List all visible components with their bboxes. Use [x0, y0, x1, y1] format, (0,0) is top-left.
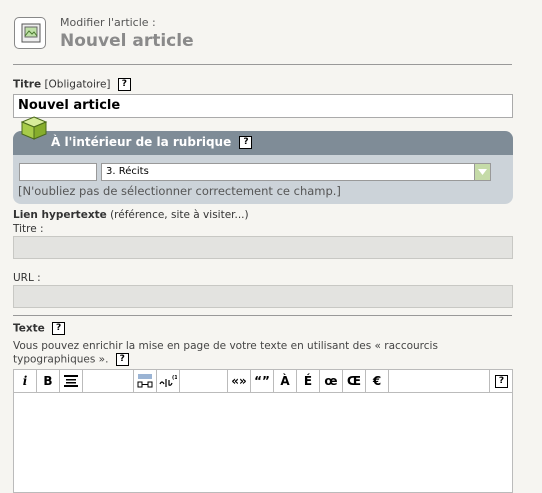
- footnote-button[interactable]: (1): [157, 370, 180, 392]
- chevrons-button[interactable]: «»: [228, 370, 251, 392]
- help-icon[interactable]: ?: [52, 322, 66, 335]
- lien-titre-label: Titre :: [13, 223, 44, 235]
- titre-label-row: Titre [Obligatoire] ?: [13, 78, 131, 91]
- chevron-down-icon[interactable]: [474, 164, 490, 180]
- rubrique-heading: À l'intérieur de la rubrique: [51, 135, 232, 149]
- rubrique-search-input[interactable]: [19, 163, 97, 181]
- italic-button[interactable]: i: [14, 370, 37, 392]
- titre-required-note: [Obligatoire]: [44, 78, 111, 91]
- e-acute-button[interactable]: É: [297, 370, 320, 392]
- align-icon: [64, 375, 78, 387]
- link-icon: [137, 374, 153, 388]
- rubrique-note: [N'oubliez pas de sélectionner correctem…: [18, 184, 341, 198]
- texte-help-line1: Vous pouvez enrichir la mise en page de …: [13, 340, 438, 352]
- lien-titre-input[interactable]: [13, 236, 513, 259]
- help-icon[interactable]: ?: [239, 136, 253, 149]
- euro-button[interactable]: €: [366, 370, 389, 392]
- bold-button[interactable]: B: [37, 370, 60, 392]
- texte-label: Texte: [13, 322, 45, 335]
- lien-label: Lien hypertexte: [13, 209, 107, 221]
- divider: [13, 64, 512, 65]
- lien-label-row: Lien hypertexte (référence, site à visit…: [13, 209, 249, 221]
- link-button[interactable]: [134, 370, 157, 392]
- editor-toolbar: i B (1) «» “” À É œ Œ € ?: [13, 369, 513, 393]
- intertitle-button[interactable]: [60, 370, 83, 392]
- rubrique-cube-icon: [20, 115, 48, 145]
- toolbar-spacer: [83, 370, 134, 392]
- oe-button[interactable]: œ: [320, 370, 343, 392]
- help-icon[interactable]: ?: [115, 353, 129, 366]
- rubrique-header: À l'intérieur de la rubrique ?: [13, 131, 513, 155]
- help-icon[interactable]: ?: [495, 375, 508, 388]
- svg-text:(1): (1): [172, 375, 177, 381]
- lien-url-label: URL :: [13, 272, 41, 284]
- texte-label-row: Texte ?: [13, 322, 66, 335]
- article-icon: [14, 17, 46, 49]
- lien-note: (référence, site à visiter...): [110, 209, 249, 221]
- titre-input[interactable]: Nouvel article: [13, 94, 513, 118]
- a-grave-button[interactable]: À: [274, 370, 297, 392]
- texte-help-line2-row: typographiques ». ?: [13, 353, 129, 366]
- footnote-icon: (1): [159, 375, 180, 387]
- page-subtitle: Modifier l'article :: [60, 16, 156, 29]
- texte-textarea[interactable]: [13, 393, 513, 493]
- toolbar-spacer: [180, 370, 228, 392]
- OE-button[interactable]: Œ: [343, 370, 366, 392]
- rubrique-selected-value: 3. Récits: [106, 166, 149, 177]
- rubrique-panel: À l'intérieur de la rubrique ? 3. Récits…: [13, 131, 513, 204]
- quotes-button[interactable]: “”: [251, 370, 274, 392]
- rubrique-select[interactable]: 3. Récits: [101, 163, 491, 181]
- rubrique-heading-row: À l'intérieur de la rubrique ?: [51, 135, 253, 149]
- help-icon[interactable]: ?: [117, 78, 131, 91]
- lien-url-input[interactable]: [13, 285, 513, 308]
- divider: [13, 315, 512, 316]
- page-title: Nouvel article: [60, 31, 194, 51]
- titre-label: Titre: [13, 78, 42, 91]
- toolbar-help[interactable]: ?: [489, 370, 513, 392]
- texte-help-line2: typographiques ».: [13, 353, 109, 366]
